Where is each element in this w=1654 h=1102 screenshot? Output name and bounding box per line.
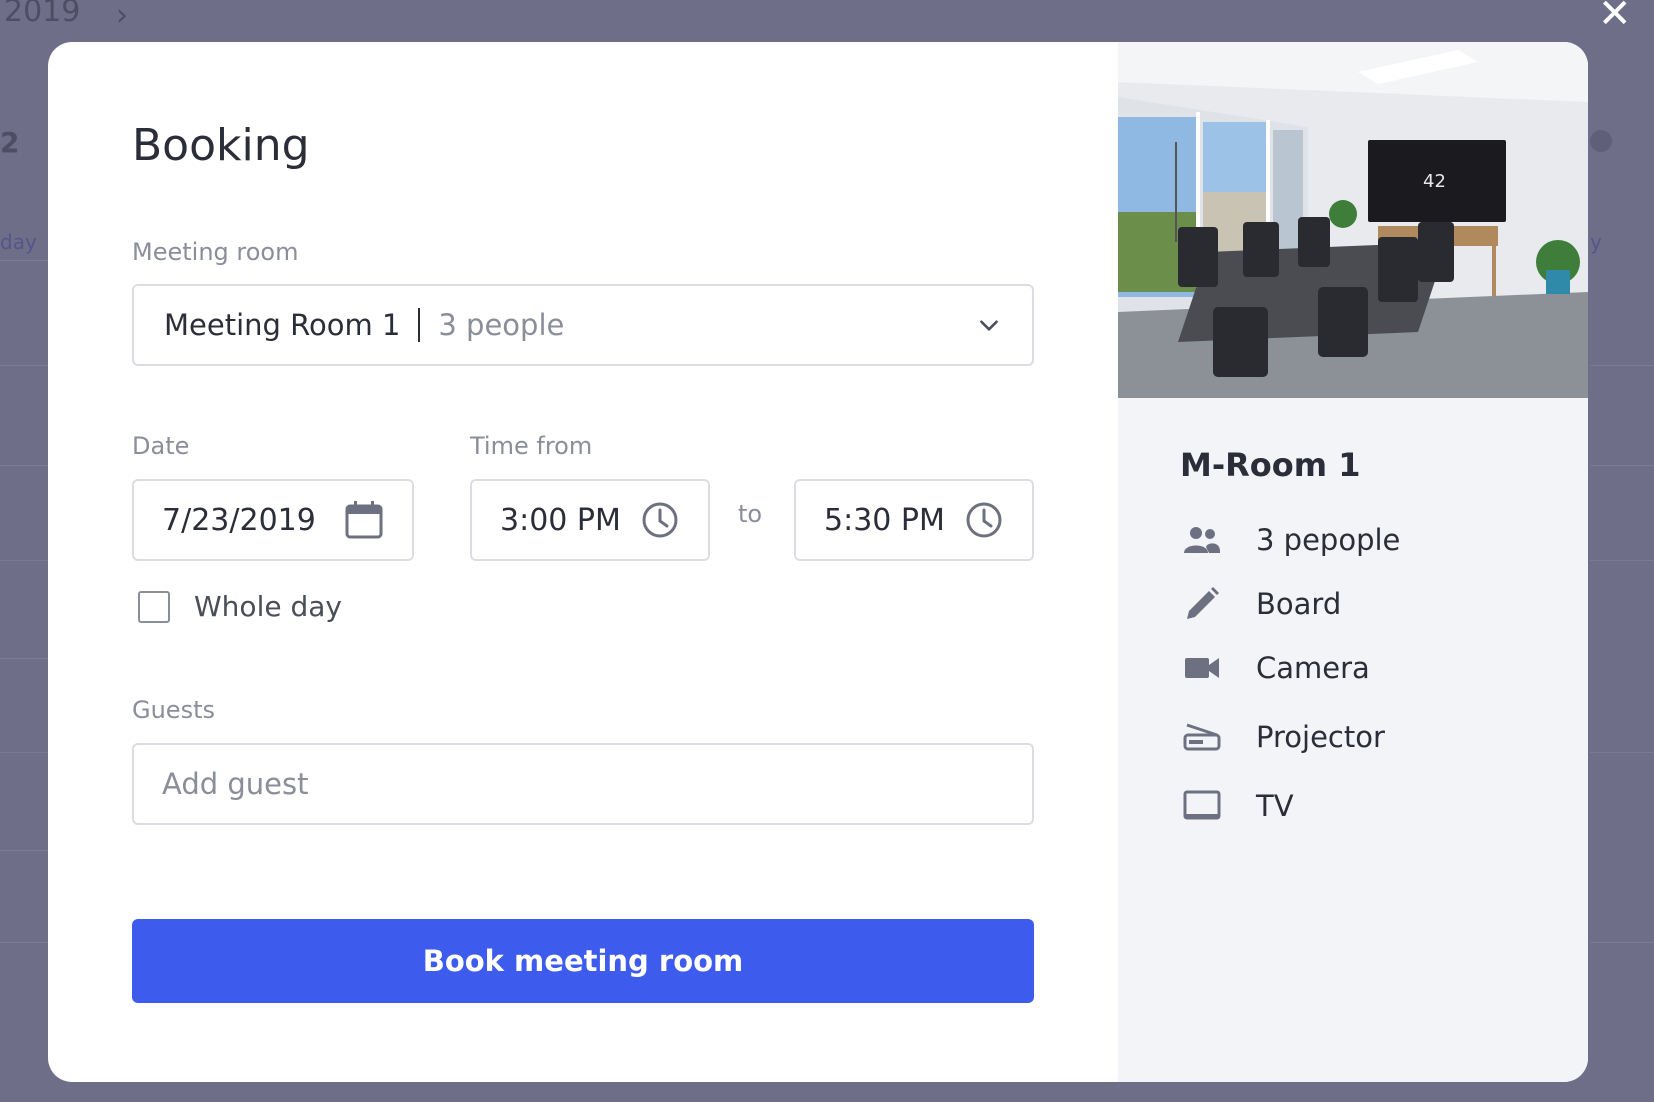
guests-label: Guests — [132, 696, 215, 724]
background-divider — [0, 850, 48, 851]
booking-modal: Booking Meeting room Meeting Room 1 3 pe… — [48, 42, 1588, 1082]
background-divider — [1590, 942, 1654, 943]
amenity-label: Projector — [1256, 720, 1385, 754]
room-details-panel: 42 M-Room 1 3 pepople Board Camera Proje… — [1118, 42, 1588, 1082]
room-photo: 42 — [1118, 42, 1588, 398]
time-from-value: 3:00 PM — [500, 502, 621, 538]
meeting-room-label: Meeting room — [132, 238, 299, 266]
chevron-down-icon — [980, 320, 998, 331]
background-right-label: y — [1590, 230, 1602, 254]
amenity-camera: Camera — [1180, 636, 1400, 700]
amenity-label: Camera — [1256, 651, 1370, 685]
close-icon[interactable]: ✕ — [1598, 0, 1632, 34]
time-to-value: 5:30 PM — [824, 502, 945, 538]
guest-input[interactable] — [132, 743, 1034, 825]
background-divider — [0, 560, 48, 561]
amenities-list: 3 pepople Board Camera Projector TV — [1180, 508, 1400, 838]
background-year: 2019 — [4, 0, 81, 29]
whole-day-checkbox[interactable] — [138, 590, 170, 623]
projector-icon — [1180, 715, 1224, 759]
amenity-label: Board — [1256, 587, 1342, 621]
time-from-picker[interactable]: 3:00 PM — [470, 479, 710, 561]
background-divider — [0, 465, 48, 466]
amenity-capacity: 3 pepople — [1180, 508, 1400, 572]
time-separator: to — [738, 500, 763, 528]
pencil-icon — [1180, 582, 1224, 626]
amenity-projector: Projector — [1180, 700, 1400, 774]
background-divider — [1590, 752, 1654, 753]
background-divider — [0, 658, 48, 659]
selected-room-capacity: 3 people — [438, 308, 565, 342]
room-photo-image: 42 — [1118, 42, 1588, 398]
background-divider — [1590, 365, 1654, 366]
info-icon — [1590, 130, 1612, 152]
whole-day-label: Whole day — [194, 590, 342, 623]
room-name: M-Room 1 — [1180, 446, 1361, 484]
amenity-label: 3 pepople — [1256, 523, 1401, 557]
background-divider — [0, 260, 48, 261]
tv-screen-text: 42 — [1423, 171, 1446, 192]
clock-icon[interactable] — [964, 500, 1004, 540]
background-divider — [1590, 560, 1654, 561]
date-value: 7/23/2019 — [162, 502, 316, 538]
time-to-picker[interactable]: 5:30 PM — [794, 479, 1034, 561]
chevron-right-icon: › — [116, 0, 128, 33]
time-from-label: Time from — [470, 432, 593, 460]
whole-day-toggle[interactable]: Whole day — [138, 590, 342, 623]
booking-form: Booking Meeting room Meeting Room 1 3 pe… — [48, 42, 1118, 1082]
people-icon — [1180, 518, 1224, 562]
amenity-board: Board — [1180, 572, 1400, 636]
book-meeting-room-button[interactable]: Book meeting room — [132, 919, 1034, 1003]
date-label: Date — [132, 432, 190, 460]
selected-room-name: Meeting Room 1 — [164, 308, 401, 342]
background-divider — [1590, 465, 1654, 466]
background-divider — [0, 752, 48, 753]
background-day-label: day — [0, 230, 37, 254]
date-picker[interactable]: 7/23/2019 — [132, 479, 414, 561]
camera-icon — [1180, 646, 1224, 690]
calendar-icon[interactable] — [344, 500, 384, 540]
amenity-label: TV — [1256, 789, 1294, 823]
amenity-tv: TV — [1180, 774, 1400, 838]
meeting-room-select[interactable]: Meeting Room 1 3 people — [132, 284, 1034, 366]
background-number: 2 — [0, 126, 20, 159]
modal-title: Booking — [132, 120, 310, 171]
background-divider — [0, 365, 48, 366]
room-separator — [418, 308, 421, 342]
clock-icon[interactable] — [640, 500, 680, 540]
background-divider — [0, 942, 48, 943]
tv-icon — [1180, 784, 1224, 828]
